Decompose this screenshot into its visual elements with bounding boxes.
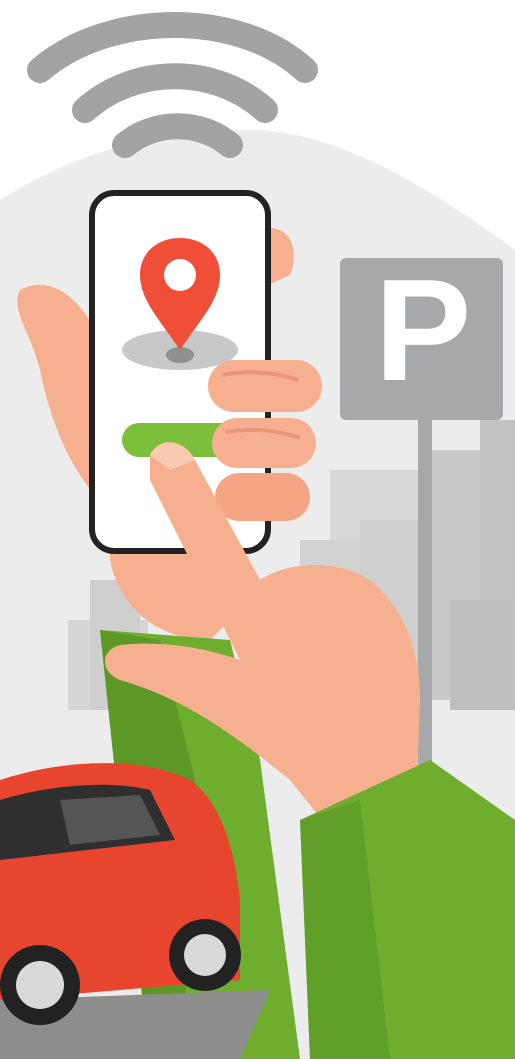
wifi-signal-icon <box>27 12 318 158</box>
parking-sign-letter: P <box>375 249 472 411</box>
holding-fingers <box>208 360 322 521</box>
smart-parking-illustration: P <box>0 12 515 1059</box>
